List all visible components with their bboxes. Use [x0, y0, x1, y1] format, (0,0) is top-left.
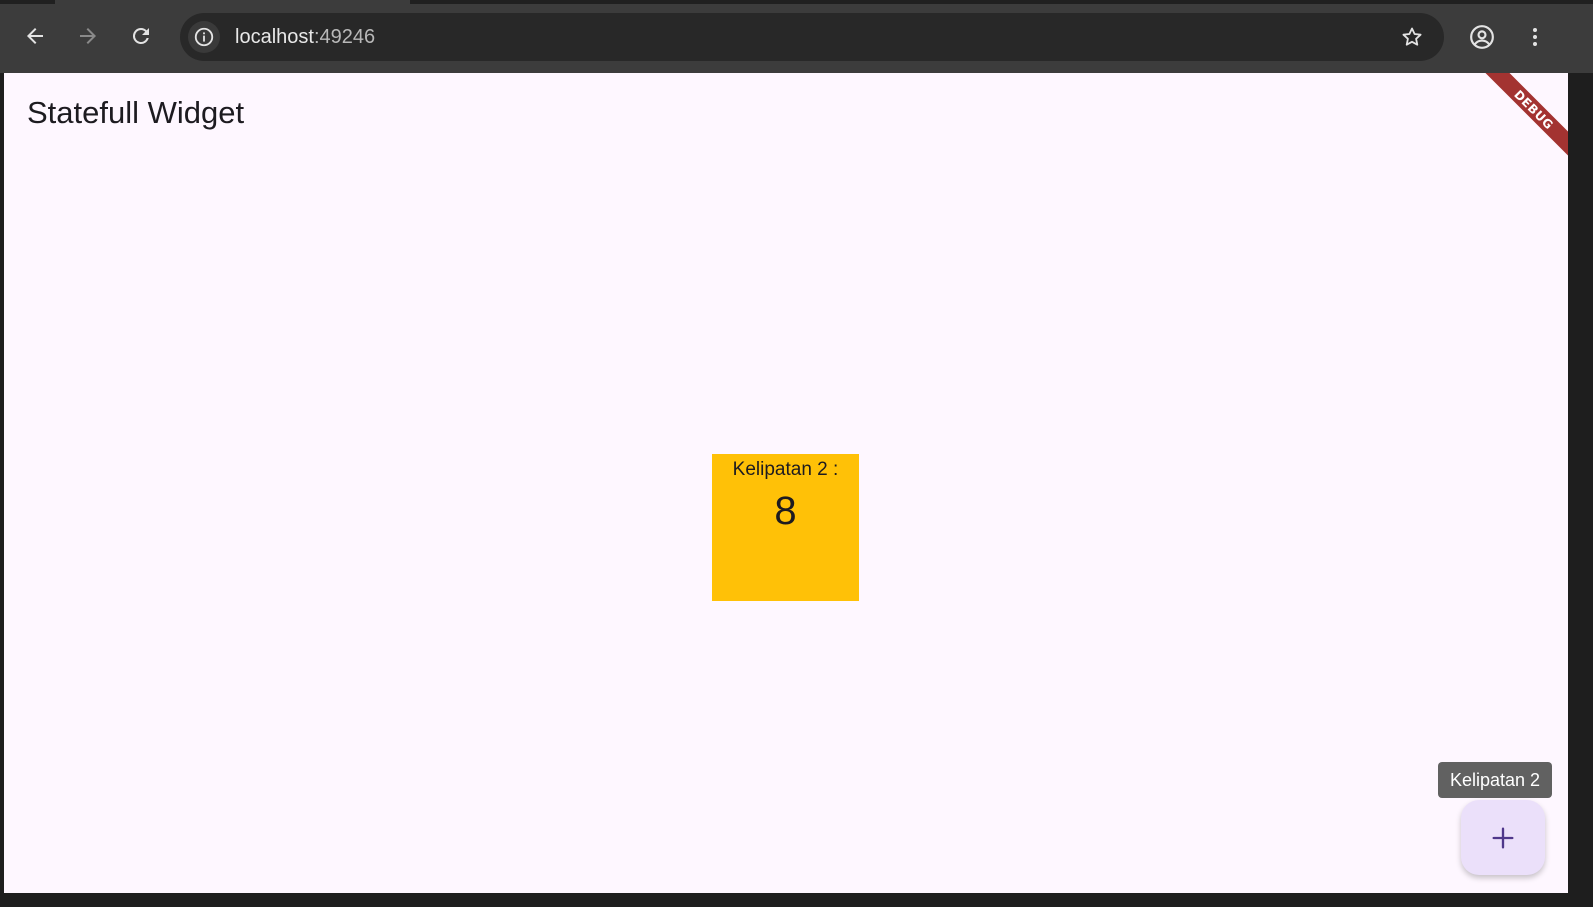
profile-button[interactable] [1466, 21, 1498, 53]
window-edge-right [1568, 73, 1593, 907]
page-title: Statefull Widget [27, 95, 245, 130]
debug-banner: DEBUG [1478, 73, 1568, 166]
url-text[interactable]: localhost:49246 [235, 26, 375, 49]
info-icon[interactable] [188, 21, 220, 53]
star-icon[interactable] [1400, 25, 1424, 49]
more-vert-icon [1533, 28, 1537, 46]
url-host: localhost [235, 26, 314, 48]
address-bar[interactable]: localhost:49246 [180, 13, 1444, 61]
arrow-right-icon [80, 28, 96, 44]
fab-tooltip-text: Kelipatan 2 [1450, 769, 1541, 790]
url-port: :49246 [313, 26, 376, 48]
active-tab[interactable] [55, 0, 410, 4]
flutter-app: Statefull Widget Kelipatan 2 : 8 DEBUG K… [4, 73, 1568, 893]
counter-box: Kelipatan 2 : 8 [712, 454, 859, 601]
reload-icon [132, 27, 149, 44]
browser-menu-button[interactable] [1519, 21, 1551, 53]
reload-button[interactable] [125, 20, 157, 52]
browser-toolbar: localhost:49246 [0, 0, 1593, 73]
forward-button[interactable] [72, 20, 104, 52]
back-button[interactable] [19, 20, 51, 52]
add-icon [1492, 827, 1514, 848]
account-circle-icon [1470, 25, 1494, 49]
counter-value: 8 [774, 489, 797, 533]
window-edge-bottom [0, 893, 1593, 907]
fab-tooltip: Kelipatan 2 [1438, 762, 1553, 798]
arrow-left-icon [27, 28, 43, 44]
debug-banner-text: DEBUG [1511, 87, 1557, 132]
counter-label: Kelipatan 2 : [732, 459, 839, 480]
increment-fab-button[interactable] [1461, 800, 1545, 875]
